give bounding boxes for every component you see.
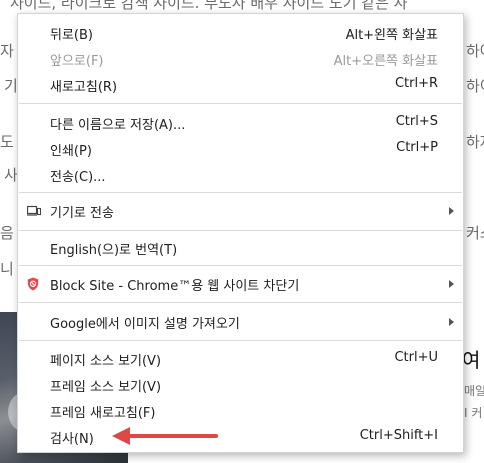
annotation-arrow bbox=[112, 427, 218, 445]
